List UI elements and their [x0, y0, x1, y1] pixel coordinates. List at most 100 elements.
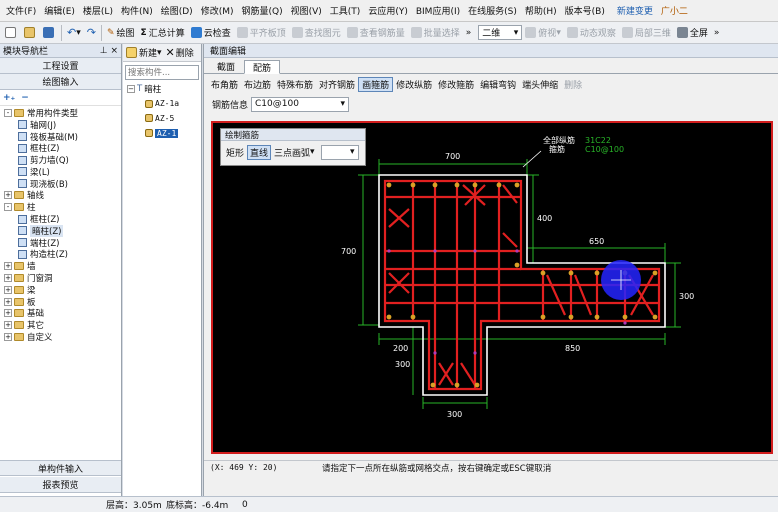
- project-settings-button[interactable]: 工程设置: [0, 58, 121, 74]
- expand-icon[interactable]: +: [4, 285, 12, 294]
- open-file-button[interactable]: [21, 24, 40, 42]
- collapse-icon[interactable]: -: [4, 108, 12, 117]
- more-chevron-icon[interactable]: »: [711, 24, 723, 42]
- menu-item[interactable]: BIM应用(I): [412, 4, 464, 17]
- report-preview-button[interactable]: 报表预览: [0, 477, 121, 493]
- tree-item-label: 梁(L): [30, 167, 50, 178]
- tree-item[interactable]: -柱: [0, 201, 121, 213]
- tree-item[interactable]: - 常用构件类型: [0, 107, 121, 119]
- tree-item[interactable]: + 轴线: [0, 190, 121, 201]
- menu-item[interactable]: 绘图(D): [157, 4, 197, 17]
- tree-item[interactable]: + 墙: [0, 260, 121, 272]
- tab-reinforcement[interactable]: 配筋: [244, 60, 281, 74]
- menu-item[interactable]: 视图(V): [287, 4, 326, 17]
- arc-mode-button[interactable]: 三点画弧 ▾: [271, 145, 318, 160]
- tree-item[interactable]: 框柱(Z): [0, 213, 121, 225]
- tree-item[interactable]: 框柱(Z): [0, 142, 121, 154]
- tree-item[interactable]: 端柱(Z): [0, 237, 121, 249]
- line-mode-button[interactable]: 直线: [247, 144, 272, 160]
- cloud-check-button[interactable]: 云检查: [188, 24, 234, 42]
- expand-icon[interactable]: +: [4, 191, 12, 200]
- tree-item[interactable]: 构造柱(Z): [0, 249, 121, 260]
- expand-icon[interactable]: +: [4, 297, 12, 306]
- component-item[interactable]: AZ-1a: [127, 98, 201, 110]
- component-item[interactable]: AZ-5: [127, 113, 201, 125]
- new-file-button[interactable]: [2, 24, 21, 42]
- top-view-button[interactable]: 俯视 ▾: [522, 24, 564, 42]
- rebar-info-select[interactable]: C10@100 ▾: [251, 96, 350, 112]
- component-item-selected[interactable]: AZ-1: [127, 127, 201, 139]
- tree-item[interactable]: 筏板基础(M): [0, 131, 121, 143]
- rebar-tool-button[interactable]: 删除: [561, 77, 585, 92]
- pin-close-icon[interactable]: ⊥ ×: [100, 46, 118, 56]
- rebar-tool-button[interactable]: 修改纵筋: [393, 77, 435, 92]
- rebar-tool-button[interactable]: 端头伸缩: [519, 77, 561, 92]
- tab-section[interactable]: 截面: [208, 59, 244, 73]
- menu-item[interactable]: 楼层(L): [79, 4, 117, 17]
- tree-item[interactable]: 梁(L): [0, 166, 121, 178]
- slab-icon: [18, 179, 27, 189]
- menu-item[interactable]: 版本号(B): [561, 4, 609, 17]
- menu-item[interactable]: 修改(M): [197, 4, 238, 17]
- tree-item[interactable]: + 其它: [0, 319, 121, 331]
- tree-item[interactable]: + 板: [0, 296, 121, 308]
- rebar-tool-button[interactable]: 布角筋: [208, 77, 241, 92]
- find-element-button[interactable]: 查找图元: [289, 24, 344, 42]
- rebar-tool-button[interactable]: 特殊布筋: [274, 77, 316, 92]
- tree-item[interactable]: + 门窗洞: [0, 272, 121, 284]
- tree-item[interactable]: + 基础: [0, 308, 121, 319]
- expand-icon[interactable]: +: [4, 274, 12, 283]
- component-search-input[interactable]: [125, 65, 199, 80]
- view-mode-select[interactable]: 二维 ▾: [478, 25, 523, 40]
- local-3d-button[interactable]: 局部三维: [619, 24, 674, 42]
- collapse-all-icon[interactable]: −: [21, 93, 29, 103]
- tree-item[interactable]: + 梁: [0, 284, 121, 296]
- new-component-button[interactable]: 新建 ▾: [126, 46, 162, 59]
- draw-button[interactable]: ✎ 绘图: [104, 24, 138, 42]
- menu-item[interactable]: 编辑(E): [40, 4, 79, 17]
- drawing-canvas[interactable]: 700 700 400 650 300 200 850 300 300 全部纵筋…: [211, 121, 773, 454]
- menu-item[interactable]: 云应用(Y): [364, 4, 412, 17]
- single-input-button[interactable]: 单构件输入: [0, 460, 121, 476]
- draw-input-button[interactable]: 绘图输入: [0, 74, 121, 90]
- expand-icon[interactable]: +: [4, 333, 12, 342]
- menu-item[interactable]: 钢筋量(Q): [237, 4, 286, 17]
- redo-button[interactable]: ↷: [84, 24, 99, 42]
- undo-button[interactable]: ↶ ▾: [64, 24, 84, 42]
- more-chevron-icon[interactable]: »: [463, 24, 475, 42]
- menu-item[interactable]: 在线服务(S): [464, 4, 521, 17]
- batch-select-button[interactable]: 批量选择: [408, 24, 463, 42]
- dynamic-view-button[interactable]: 动态观察: [564, 24, 619, 42]
- menu-item[interactable]: 构件(N): [117, 4, 157, 17]
- expand-icon[interactable]: +: [4, 262, 12, 271]
- tree-item[interactable]: 剪力墙(Q): [0, 154, 121, 166]
- rebar-tool-button[interactable]: 布边筋: [241, 77, 274, 92]
- component-root[interactable]: − T 暗柱: [127, 83, 201, 95]
- arc-options-select[interactable]: ▾: [320, 144, 359, 160]
- tree-item[interactable]: 现浇板(B): [0, 178, 121, 190]
- expand-icon[interactable]: +: [4, 309, 12, 318]
- menu-item[interactable]: 新建变更: [613, 4, 657, 17]
- expand-icon[interactable]: +: [4, 321, 12, 330]
- save-button[interactable]: [40, 24, 59, 42]
- fullscreen-button[interactable]: 全屏: [674, 24, 711, 42]
- delete-component-button[interactable]: ✕ 删除: [166, 46, 194, 59]
- menu-item[interactable]: 文件(F): [2, 4, 40, 17]
- menu-item[interactable]: 广小二: [657, 4, 692, 17]
- rect-mode-button[interactable]: 矩形: [223, 145, 247, 160]
- rebar-tool-button[interactable]: 修改箍筋: [435, 77, 477, 92]
- collapse-icon[interactable]: -: [4, 203, 12, 212]
- sum-calc-button[interactable]: Σ 汇总计算: [138, 24, 188, 42]
- rebar-tool-button[interactable]: 画箍筋: [358, 76, 394, 92]
- flat-slab-button[interactable]: 平齐板顶: [234, 24, 289, 42]
- menu-item[interactable]: 工具(T): [326, 4, 365, 17]
- tree-item[interactable]: + 自定义: [0, 331, 121, 343]
- rebar-tool-button[interactable]: 编辑弯钩: [477, 77, 519, 92]
- tree-item[interactable]: 轴网(J): [0, 119, 121, 131]
- expand-all-icon[interactable]: +₊: [3, 93, 15, 103]
- tree-item[interactable]: 暗柱(Z): [0, 224, 121, 237]
- rebar-tool-button[interactable]: 对齐钢筋: [316, 77, 358, 92]
- collapse-icon[interactable]: −: [127, 84, 135, 93]
- menu-item[interactable]: 帮助(H): [521, 4, 561, 17]
- view-rebar-button[interactable]: 查看钢筋量: [344, 24, 408, 42]
